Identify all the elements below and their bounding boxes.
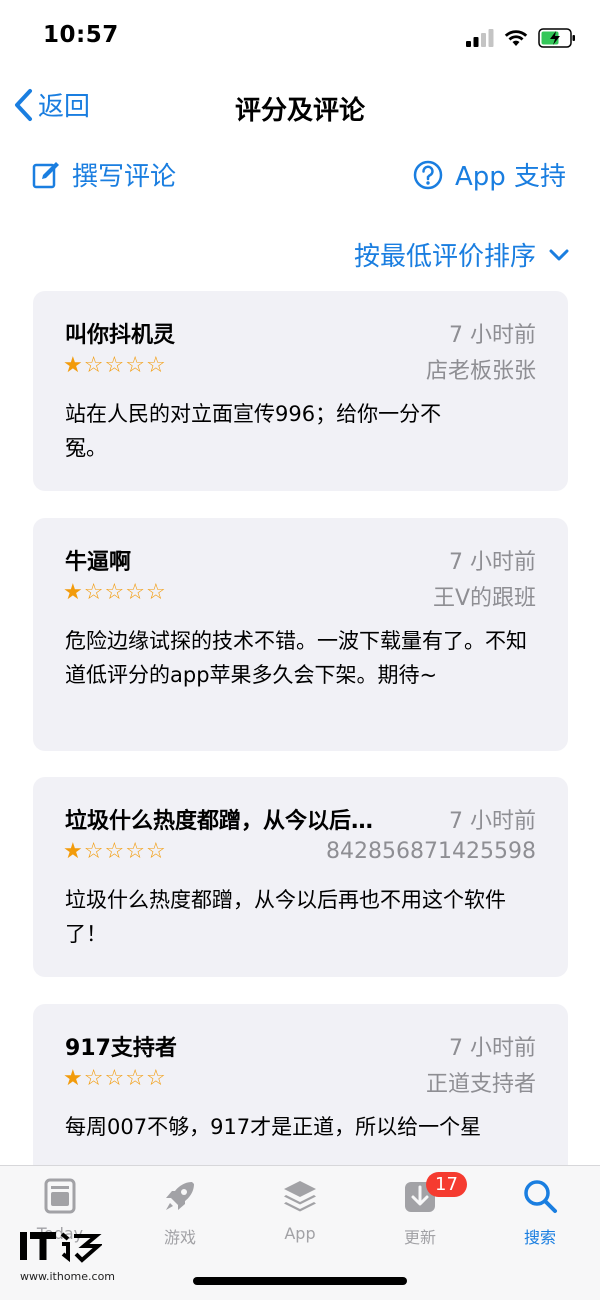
- today-icon: [44, 1178, 76, 1214]
- star-empty-icon: ☆: [125, 1066, 146, 1091]
- review-body: 每周007不够，917才是正道，所以给一个星: [65, 1115, 482, 1139]
- tab-updates[interactable]: 17 更新: [360, 1172, 480, 1248]
- review-title: 917支持者: [65, 1036, 177, 1061]
- sort-label: 按最低评价排序: [353, 242, 536, 272]
- review-title: 垃圾什么热度都蹭，从今以后…: [65, 809, 374, 834]
- sort-selector[interactable]: 按最低评价排序: [354, 236, 570, 273]
- star-empty-icon: ☆: [83, 353, 105, 378]
- review-card[interactable]: 牛逼啊 7 小时前 ★☆☆☆☆ 王V的跟班 危险边缘试探的技术不错。一波下载量有…: [33, 518, 568, 751]
- star-empty-icon: ☆: [83, 1066, 105, 1091]
- review-body: 垃圾什么热度都蹭，从今以后再也不用这个软件了！: [65, 888, 506, 946]
- star-empty-icon: ☆: [145, 353, 167, 378]
- star-rating: ★☆☆☆☆: [63, 839, 167, 864]
- star-rating: ★☆☆☆☆: [63, 1066, 167, 1091]
- rocket-icon: [166, 1182, 194, 1210]
- star-rating: ★☆☆☆☆: [63, 353, 167, 378]
- review-time: 7 小时前: [449, 809, 536, 834]
- page-title: 评分及评论: [234, 96, 365, 126]
- navigation-bar: 返回 评分及评论: [0, 72, 600, 142]
- star-empty-icon: ☆: [145, 580, 167, 605]
- review-time: 7 小时前: [449, 323, 536, 348]
- star-empty-icon: ☆: [83, 580, 105, 605]
- battery-charging-icon: [538, 28, 575, 48]
- app-support-button[interactable]: App 支持: [413, 156, 566, 193]
- review-card[interactable]: 叫你抖机灵 7 小时前 ★☆☆☆☆ 店老板张张 站在人民的对立面宣传996；给你…: [33, 291, 568, 491]
- actions-row: 撰写评论 App 支持: [0, 150, 600, 200]
- write-review-label: 撰写评论: [72, 162, 177, 192]
- review-time: 7 小时前: [449, 1036, 536, 1061]
- star-empty-icon: ☆: [145, 1066, 167, 1091]
- tab-label: 搜索: [523, 1228, 556, 1247]
- write-review-button[interactable]: 撰写评论: [32, 156, 176, 193]
- status-bar: 10:57: [0, 0, 600, 70]
- tab-games[interactable]: 游戏: [120, 1178, 240, 1248]
- star-empty-icon: ☆: [125, 353, 146, 378]
- cellular-signal-icon: [466, 29, 494, 47]
- tab-search[interactable]: 搜索: [480, 1178, 600, 1248]
- review-body: 站在人民的对立面宣传996；给你一分不冤。: [65, 402, 442, 460]
- wifi-icon: [504, 30, 528, 46]
- star-filled-icon: ★: [63, 839, 84, 864]
- compose-icon: [32, 161, 59, 188]
- star-filled-icon: ★: [63, 1066, 84, 1091]
- star-filled-icon: ★: [63, 580, 84, 605]
- star-empty-icon: ☆: [83, 839, 105, 864]
- chevron-down-icon: [549, 249, 569, 260]
- star-empty-icon: ☆: [104, 580, 126, 605]
- star-empty-icon: ☆: [125, 580, 146, 605]
- search-icon: [524, 1180, 557, 1213]
- review-title: 叫你抖机灵: [65, 323, 176, 348]
- review-time: 7 小时前: [449, 550, 536, 575]
- star-empty-icon: ☆: [104, 839, 126, 864]
- app-support-label: App 支持: [454, 162, 566, 192]
- tab-label: 游戏: [163, 1228, 196, 1247]
- star-empty-icon: ☆: [104, 1066, 126, 1091]
- star-empty-icon: ☆: [104, 353, 126, 378]
- tab-label: 更新: [403, 1228, 436, 1247]
- home-indicator[interactable]: [193, 1277, 407, 1285]
- star-rating: ★☆☆☆☆: [63, 580, 167, 605]
- layers-icon: [284, 1181, 316, 1212]
- ithome-logo: [20, 1232, 104, 1263]
- review-author: 店老板张张: [425, 359, 536, 384]
- review-author: 842856871425598: [326, 839, 536, 864]
- status-time: 10:57: [43, 22, 119, 48]
- review-author: 王V的跟班: [432, 586, 536, 611]
- star-filled-icon: ★: [63, 353, 84, 378]
- tab-app[interactable]: App: [240, 1178, 360, 1243]
- review-author: 正道支持者: [425, 1072, 536, 1097]
- review-body: 危险边缘试探的技术不错。一波下载量有了。不知道低评分的app苹果多久会下架。期待…: [65, 629, 527, 687]
- star-empty-icon: ☆: [145, 839, 167, 864]
- ithome-watermark: www.ithome.com: [20, 1230, 115, 1283]
- review-card[interactable]: 垃圾什么热度都蹭，从今以后… 7 小时前 ★☆☆☆☆ 8428568714255…: [33, 777, 568, 977]
- status-icons: [466, 24, 576, 52]
- star-empty-icon: ☆: [125, 839, 146, 864]
- question-circle-icon: [413, 160, 443, 189]
- updates-badge: 17: [426, 1172, 467, 1197]
- tab-label: App: [284, 1224, 316, 1243]
- review-title: 牛逼啊: [65, 550, 132, 575]
- watermark-url: www.ithome.com: [20, 1270, 116, 1283]
